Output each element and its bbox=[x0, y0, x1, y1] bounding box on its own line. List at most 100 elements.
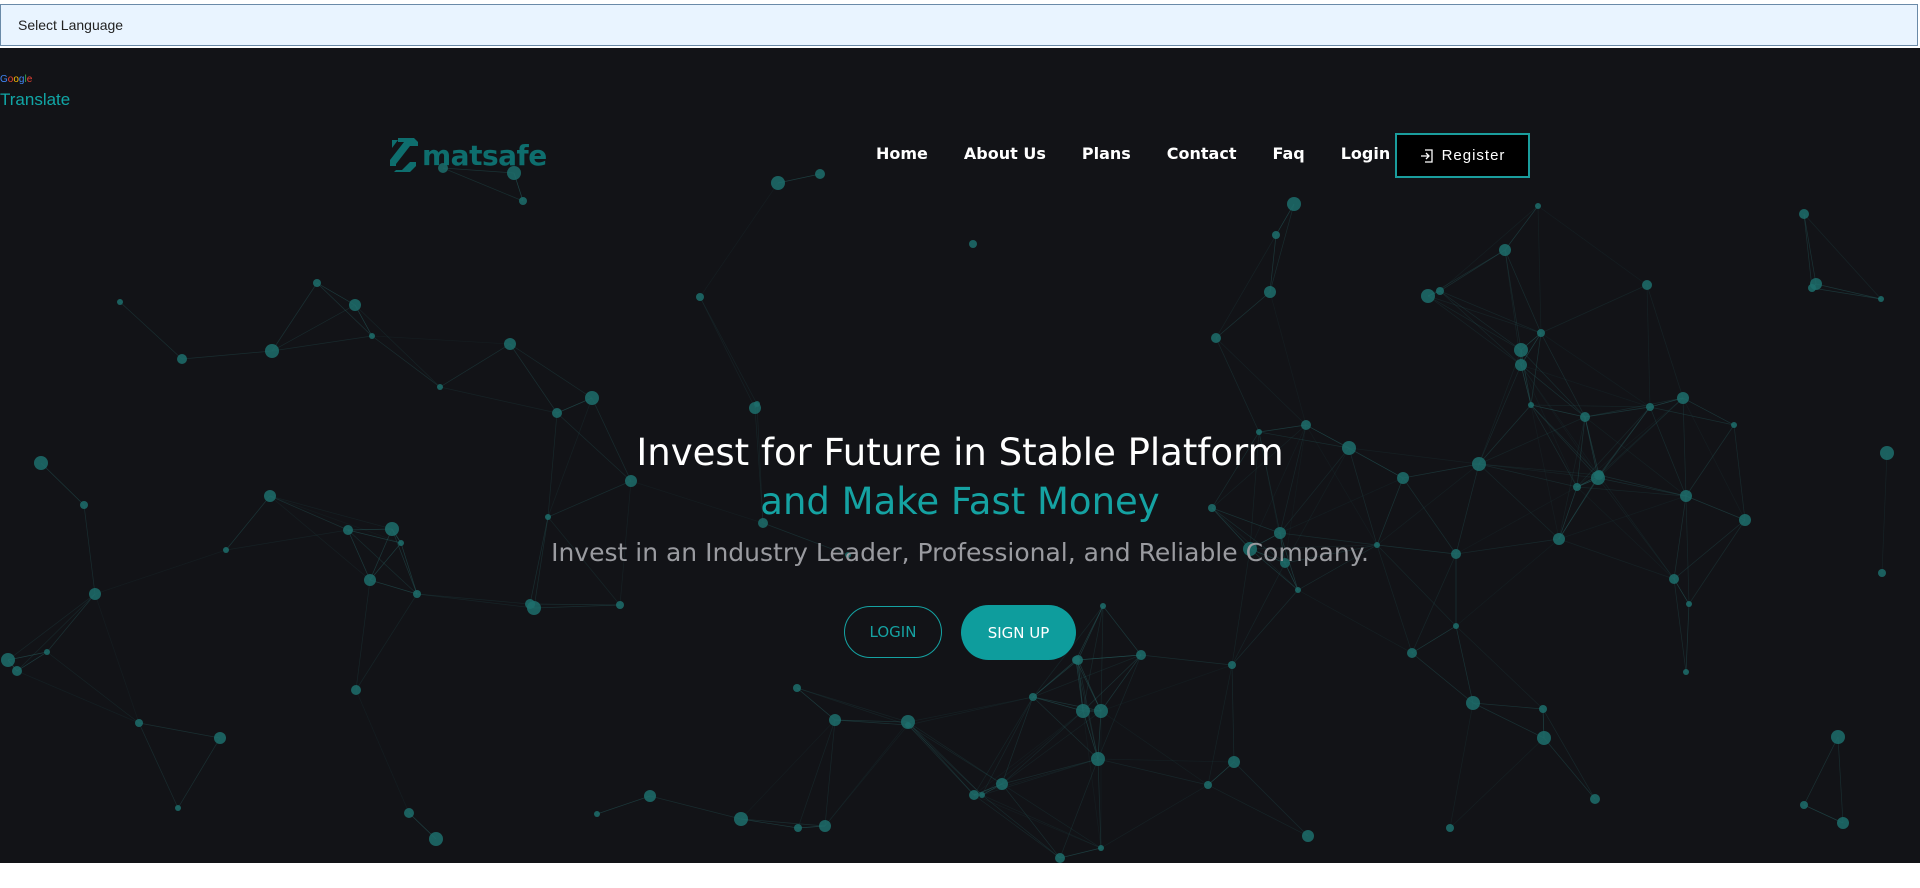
network-node bbox=[1810, 278, 1822, 290]
network-node bbox=[1799, 209, 1809, 219]
network-link bbox=[138, 722, 179, 809]
logo-mark-icon bbox=[390, 138, 418, 172]
network-link bbox=[1215, 234, 1277, 339]
translate-link[interactable]: Translate bbox=[0, 90, 70, 110]
network-link bbox=[1100, 784, 1209, 849]
network-link bbox=[907, 696, 1034, 726]
network-node bbox=[1029, 693, 1037, 701]
network-link bbox=[1411, 625, 1457, 654]
network-node bbox=[1539, 705, 1547, 713]
network-link bbox=[1059, 847, 1102, 859]
network-node bbox=[819, 820, 831, 832]
network-node bbox=[1831, 730, 1845, 744]
network-link bbox=[533, 604, 621, 609]
network-node bbox=[771, 176, 785, 190]
network-node bbox=[1800, 801, 1808, 809]
network-node bbox=[313, 279, 321, 287]
network-link bbox=[529, 603, 621, 606]
network-node bbox=[1669, 574, 1679, 584]
network-link bbox=[1685, 603, 1690, 673]
network-link bbox=[699, 182, 779, 298]
network-node bbox=[1466, 696, 1480, 710]
network-link bbox=[1803, 213, 1813, 289]
nav-plans[interactable]: Plans bbox=[1082, 144, 1131, 163]
register-button[interactable]: Register bbox=[1395, 133, 1530, 178]
network-node bbox=[1499, 244, 1511, 256]
nav-login[interactable]: Login bbox=[1341, 144, 1391, 163]
network-link bbox=[1455, 625, 1544, 710]
network-link bbox=[1439, 290, 1522, 366]
network-node bbox=[177, 354, 187, 364]
network-link bbox=[46, 593, 96, 653]
hero-title-accent: and Make Fast Money bbox=[760, 480, 1160, 523]
network-link bbox=[1001, 783, 1102, 849]
select-language-dropdown[interactable]: Select Language bbox=[0, 4, 1918, 46]
network-link bbox=[1537, 205, 1542, 334]
network-link bbox=[509, 343, 558, 414]
network-node bbox=[734, 812, 748, 826]
network-node bbox=[1407, 648, 1417, 658]
network-node bbox=[1076, 704, 1090, 718]
network-node bbox=[1453, 623, 1459, 629]
network-node bbox=[1136, 650, 1146, 660]
hero-section: Google Translate matsafe Home About Us P… bbox=[0, 48, 1920, 863]
network-node bbox=[117, 299, 123, 305]
network-link bbox=[1207, 784, 1309, 837]
network-link bbox=[907, 724, 983, 796]
network-node bbox=[1287, 197, 1301, 211]
network-node bbox=[1878, 296, 1884, 302]
network-node bbox=[429, 832, 443, 846]
network-node bbox=[1228, 661, 1236, 669]
nav-about-us[interactable]: About Us bbox=[964, 144, 1046, 163]
network-node bbox=[585, 391, 599, 405]
network-link bbox=[796, 687, 836, 721]
hero-signup-button[interactable]: SIGN UP bbox=[961, 605, 1076, 660]
network-link bbox=[416, 593, 531, 605]
network-link bbox=[1542, 708, 1596, 800]
network-node bbox=[1055, 853, 1065, 863]
register-label: Register bbox=[1441, 147, 1506, 164]
network-link bbox=[1100, 710, 1209, 786]
network-link bbox=[271, 282, 318, 352]
google-logo: Google bbox=[0, 74, 33, 85]
hero-subtitle: Invest in an Industry Leader, Profession… bbox=[551, 538, 1369, 567]
network-node bbox=[1421, 289, 1435, 303]
network-link bbox=[1439, 290, 1522, 351]
nav-contact[interactable]: Contact bbox=[1167, 144, 1237, 163]
network-node bbox=[1537, 329, 1545, 337]
network-link bbox=[824, 724, 909, 827]
network-link bbox=[1646, 284, 1684, 399]
network-link bbox=[1102, 605, 1142, 656]
network-link bbox=[1540, 284, 1648, 334]
network-node bbox=[1535, 203, 1541, 209]
network-link bbox=[371, 335, 511, 345]
network-link bbox=[1215, 337, 1260, 433]
nav-faq[interactable]: Faq bbox=[1272, 144, 1304, 163]
network-node bbox=[44, 649, 50, 655]
network-node bbox=[1072, 656, 1080, 664]
network-node bbox=[1301, 420, 1311, 430]
network-link bbox=[16, 670, 140, 724]
nav-home[interactable]: Home bbox=[876, 144, 928, 163]
network-link bbox=[439, 386, 558, 414]
network-link bbox=[740, 818, 826, 827]
network-node bbox=[552, 408, 562, 418]
network-node bbox=[519, 197, 527, 205]
hero-login-button[interactable]: LOGIN bbox=[844, 606, 942, 658]
network-link bbox=[1584, 406, 1651, 418]
network-link bbox=[1427, 295, 1542, 334]
site-logo[interactable]: matsafe bbox=[388, 136, 547, 174]
network-node bbox=[1642, 280, 1652, 290]
network-link bbox=[981, 794, 1061, 859]
network-node bbox=[1436, 287, 1444, 295]
network-link bbox=[355, 593, 418, 691]
network-link bbox=[740, 719, 836, 820]
network-node bbox=[696, 293, 704, 301]
network-link bbox=[1540, 332, 1651, 408]
network-node bbox=[1295, 587, 1301, 593]
network-link bbox=[796, 687, 909, 726]
network-link bbox=[1032, 659, 1077, 698]
network-node bbox=[1677, 392, 1689, 404]
network-node bbox=[1204, 781, 1212, 789]
network-node bbox=[1302, 830, 1314, 842]
